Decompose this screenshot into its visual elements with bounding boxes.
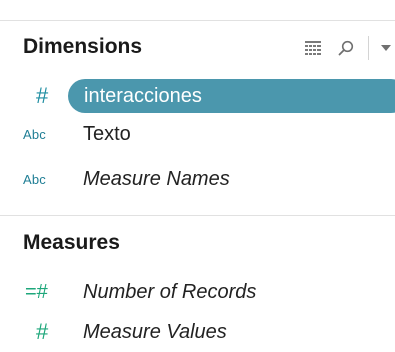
search-icon[interactable]	[336, 37, 356, 59]
string-type-icon: Abc	[23, 126, 47, 142]
dimensions-toolbar	[302, 35, 395, 61]
field-name-measure-values: Measure Values	[83, 320, 227, 343]
field-name-measure-names: Measure Names	[83, 167, 230, 190]
field-measure-values[interactable]: # Measure Values	[0, 315, 395, 349]
field-texto[interactable]: Abc Texto	[0, 117, 395, 151]
calculated-number-type-icon: =#	[25, 280, 48, 303]
dropdown-arrow-icon[interactable]	[379, 37, 393, 59]
number-type-icon: #	[36, 319, 49, 344]
toolbar-separator	[368, 36, 369, 60]
list-view-icon[interactable]	[302, 37, 324, 59]
section-divider	[0, 215, 395, 216]
field-measure-names[interactable]: Abc Measure Names	[0, 162, 395, 196]
dimensions-header: Dimensions	[23, 35, 143, 58]
string-type-icon: Abc	[23, 171, 47, 187]
field-number-of-records[interactable]: =# Number of Records	[0, 275, 395, 309]
number-type-icon: #	[36, 83, 49, 108]
measures-header: Measures	[23, 231, 120, 254]
field-name-interacciones[interactable]: interacciones	[84, 79, 202, 113]
field-name-number-of-records: Number of Records	[83, 280, 257, 303]
field-name-texto: Texto	[83, 122, 131, 145]
top-divider	[0, 20, 395, 21]
